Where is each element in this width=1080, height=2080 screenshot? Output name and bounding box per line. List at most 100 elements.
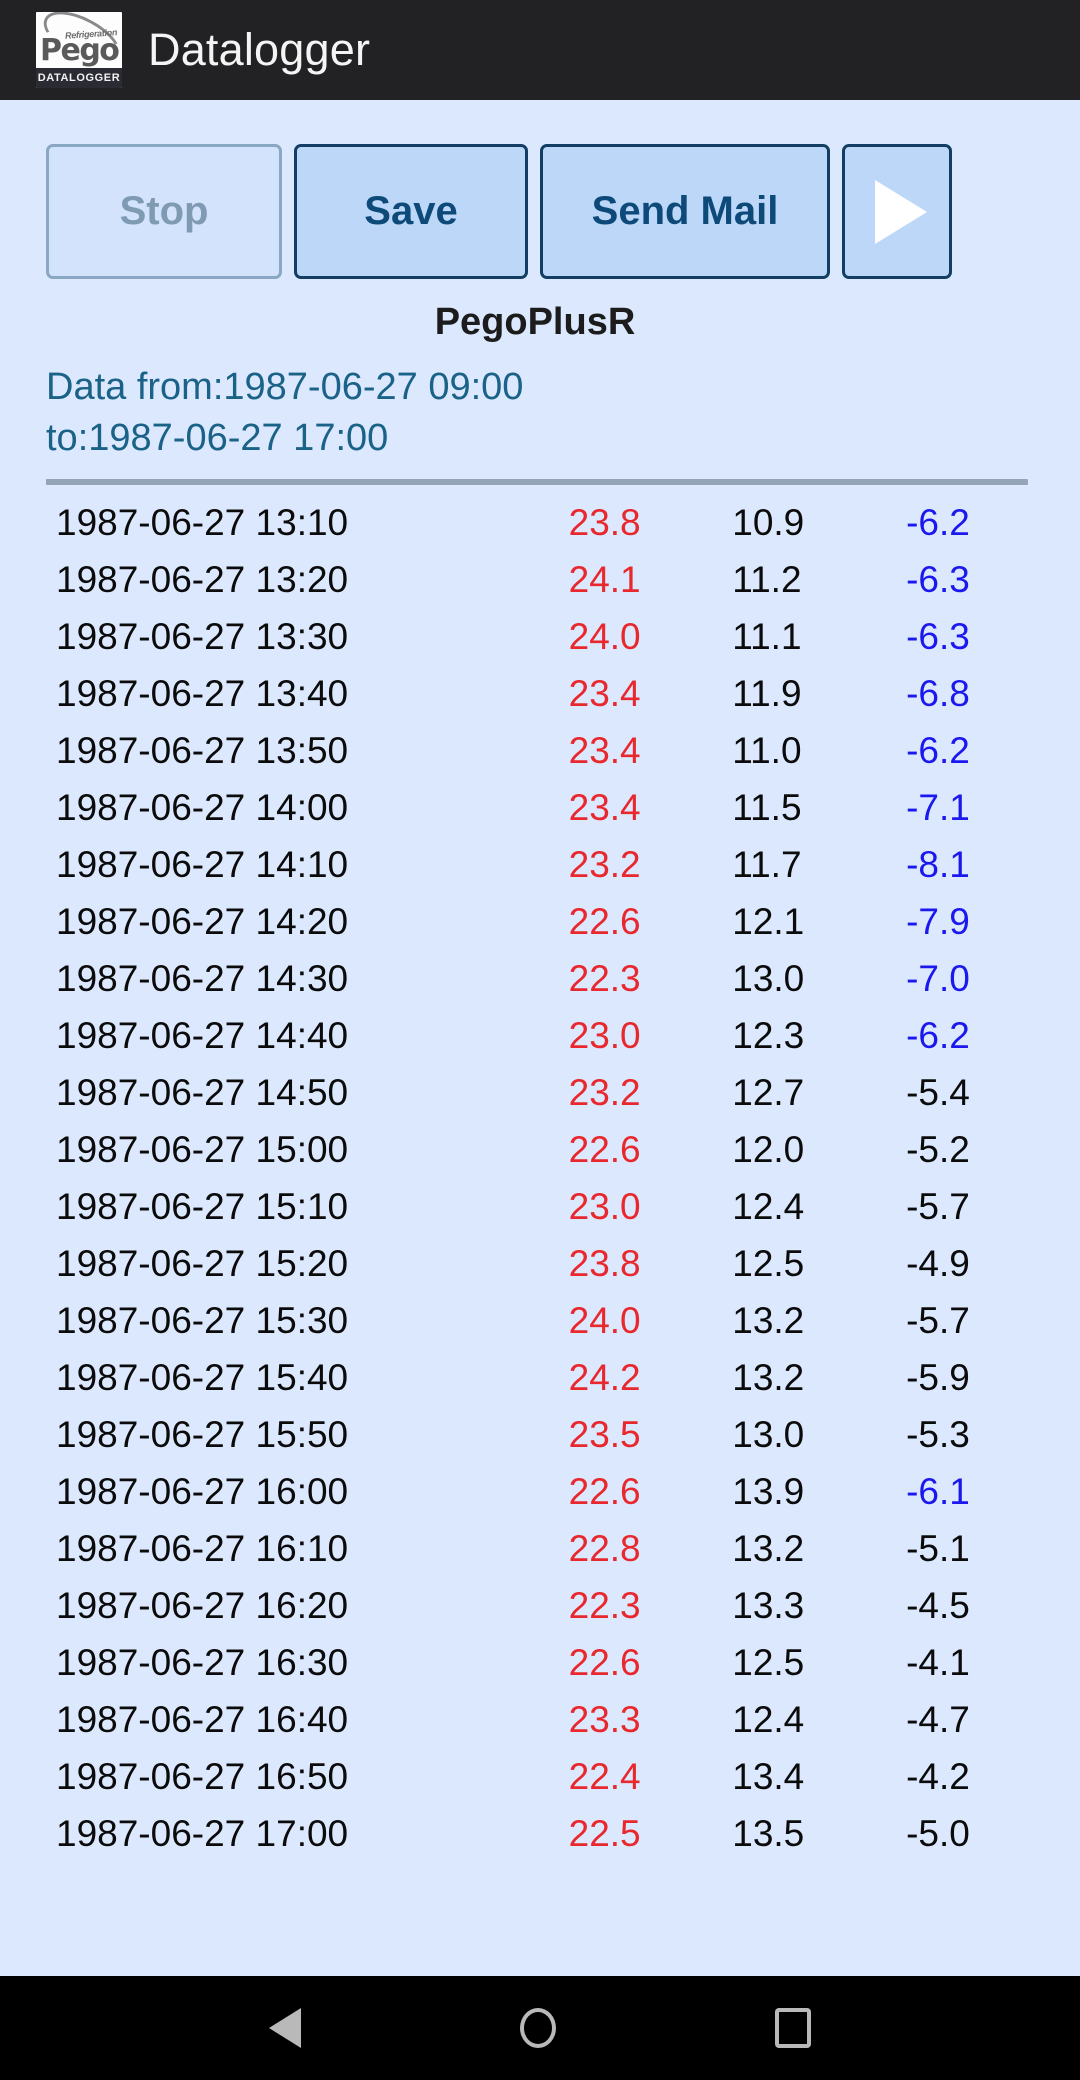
play-button[interactable] (842, 144, 952, 279)
logo-brand: Pego (40, 33, 120, 68)
cell-value-3: -5.2 (906, 1129, 970, 1171)
section-divider (46, 478, 1028, 485)
recents-icon[interactable] (774, 2008, 811, 2048)
cell-value-1: 23.8 (568, 1243, 641, 1285)
cell-value-3: -5.9 (906, 1357, 970, 1399)
app-title: Datalogger (148, 24, 371, 75)
cell-value-1: 22.6 (568, 1471, 641, 1513)
table-row[interactable]: 1987-06-27 13:20 24.1 11.2 -6.3 (0, 552, 1080, 609)
cell-value-1: 23.3 (568, 1699, 641, 1741)
back-icon[interactable] (269, 2008, 302, 2048)
table-row[interactable]: 1987-06-27 13:40 23.4 11.9 -6.8 (0, 666, 1080, 723)
cell-value-2: 12.4 (732, 1699, 805, 1741)
cell-timestamp: 1987-06-27 15:30 (56, 1300, 349, 1342)
cell-value-2: 11.1 (732, 616, 802, 658)
cell-timestamp: 1987-06-27 16:30 (56, 1642, 349, 1684)
cell-value-3: -5.7 (906, 1186, 970, 1228)
table-row[interactable]: 1987-06-27 14:50 23.2 12.7 -5.4 (0, 1065, 1080, 1122)
cell-timestamp: 1987-06-27 14:10 (56, 844, 349, 886)
cell-timestamp: 1987-06-27 15:00 (56, 1129, 349, 1171)
cell-value-3: -5.3 (906, 1414, 970, 1456)
cell-value-3: -6.1 (906, 1471, 970, 1513)
table-row[interactable]: 1987-06-27 16:50 22.4 13.4 -4.2 (0, 1749, 1080, 1806)
stop-button[interactable]: Stop (46, 144, 282, 279)
table-row[interactable]: 1987-06-27 15:50 23.5 13.0 -5.3 (0, 1407, 1080, 1464)
cell-value-2: 13.0 (732, 1414, 805, 1456)
cell-value-3: -6.2 (906, 502, 970, 544)
cell-value-2: 13.0 (732, 958, 805, 1000)
cell-value-3: -7.0 (906, 958, 970, 1000)
cell-value-2: 11.2 (732, 559, 802, 601)
cell-value-1: 23.0 (568, 1186, 641, 1228)
cell-value-1: 23.2 (568, 1072, 641, 1114)
table-row[interactable]: 1987-06-27 14:00 23.4 11.5 -7.1 (0, 780, 1080, 837)
cell-value-2: 13.2 (732, 1300, 805, 1342)
cell-value-3: -6.8 (906, 673, 970, 715)
cell-value-3: -7.1 (906, 787, 970, 829)
app-bar: Refrigeration Pego DATALOGGER Datalogger (0, 0, 1080, 100)
cell-value-2: 12.1 (732, 901, 805, 943)
datalog-table[interactable]: 1987-06-27 13:10 23.8 10.9 -6.2 1987-06-27 1… (0, 495, 1080, 1863)
cell-value-1: 24.2 (568, 1357, 641, 1399)
cell-value-2: 12.5 (732, 1243, 805, 1285)
cell-value-3: -4.9 (906, 1243, 970, 1285)
home-icon[interactable] (519, 2008, 556, 2048)
table-row[interactable]: 1987-06-27 15:30 24.0 13.2 -5.7 (0, 1293, 1080, 1350)
cell-value-2: 13.4 (732, 1756, 805, 1798)
table-row[interactable]: 1987-06-27 13:50 23.4 11.0 -6.2 (0, 723, 1080, 780)
cell-value-2: 11.5 (732, 787, 802, 829)
table-row[interactable]: 1987-06-27 14:30 22.3 13.0 -7.0 (0, 951, 1080, 1008)
table-row[interactable]: 1987-06-27 13:30 24.0 11.1 -6.3 (0, 609, 1080, 666)
cell-timestamp: 1987-06-27 16:00 (56, 1471, 349, 1513)
save-button[interactable]: Save (294, 144, 528, 279)
cell-timestamp: 1987-06-27 15:40 (56, 1357, 349, 1399)
cell-value-3: -5.7 (906, 1300, 970, 1342)
cell-value-1: 24.1 (568, 559, 641, 601)
table-row[interactable]: 1987-06-27 13:10 23.8 10.9 -6.2 (0, 495, 1080, 552)
cell-value-1: 22.8 (568, 1528, 641, 1570)
table-row[interactable]: 1987-06-27 15:40 24.2 13.2 -5.9 (0, 1350, 1080, 1407)
cell-value-2: 13.9 (732, 1471, 805, 1513)
cell-value-1: 22.6 (568, 1129, 641, 1171)
cell-value-3: -6.3 (906, 616, 970, 658)
play-icon (875, 179, 927, 244)
cell-value-2: 12.4 (732, 1186, 805, 1228)
table-row[interactable]: 1987-06-27 14:10 23.2 11.7 -8.1 (0, 837, 1080, 894)
cell-value-3: -5.4 (906, 1072, 970, 1114)
send-mail-button-label: Send Mail (591, 189, 779, 233)
cell-value-2: 13.3 (732, 1585, 805, 1627)
table-row[interactable]: 1987-06-27 14:20 22.6 12.1 -7.9 (0, 894, 1080, 951)
cell-value-3: -8.1 (906, 844, 970, 886)
cell-timestamp: 1987-06-27 13:30 (56, 616, 349, 658)
table-row[interactable]: 1987-06-27 15:10 23.0 12.4 -5.7 (0, 1179, 1080, 1236)
cell-value-1: 22.4 (568, 1756, 641, 1798)
table-row[interactable]: 1987-06-27 15:20 23.8 12.5 -4.9 (0, 1236, 1080, 1293)
cell-timestamp: 1987-06-27 16:20 (56, 1585, 349, 1627)
table-row[interactable]: 1987-06-27 17:00 22.5 13.5 -5.0 (0, 1806, 1080, 1863)
cell-value-2: 10.9 (732, 502, 805, 544)
cell-timestamp: 1987-06-27 13:10 (56, 502, 349, 544)
table-row[interactable]: 1987-06-27 16:00 22.6 13.9 -6.1 (0, 1464, 1080, 1521)
device-name: PegoPlusR (434, 301, 636, 343)
cell-value-3: -7.9 (906, 901, 970, 943)
table-row[interactable]: 1987-06-27 16:30 22.6 12.5 -4.1 (0, 1635, 1080, 1692)
cell-value-3: -6.2 (906, 730, 970, 772)
cell-value-2: 11.0 (732, 730, 802, 772)
cell-value-3: -4.7 (906, 1699, 970, 1741)
cell-value-1: 23.8 (568, 502, 641, 544)
cell-value-1: 23.0 (568, 1015, 641, 1057)
table-row[interactable]: 1987-06-27 16:40 23.3 12.4 -4.7 (0, 1692, 1080, 1749)
cell-value-3: -6.3 (906, 559, 970, 601)
table-row[interactable]: 1987-06-27 16:10 22.8 13.2 -5.1 (0, 1521, 1080, 1578)
cell-value-1: 22.6 (568, 1642, 641, 1684)
table-row[interactable]: 1987-06-27 16:20 22.3 13.3 -4.5 (0, 1578, 1080, 1635)
send-mail-button[interactable]: Send Mail (540, 144, 830, 279)
pego-datalogger-logo: Refrigeration Pego DATALOGGER (36, 12, 122, 88)
cell-value-3: -4.1 (906, 1642, 970, 1684)
cell-value-2: 11.7 (732, 844, 802, 886)
table-row[interactable]: 1987-06-27 15:00 22.6 12.0 -5.2 (0, 1122, 1080, 1179)
table-row[interactable]: 1987-06-27 14:40 23.0 12.3 -6.2 (0, 1008, 1080, 1065)
cell-value-2: 13.2 (732, 1357, 805, 1399)
cell-value-2: 13.5 (732, 1813, 805, 1855)
cell-value-1: 23.4 (568, 730, 641, 772)
